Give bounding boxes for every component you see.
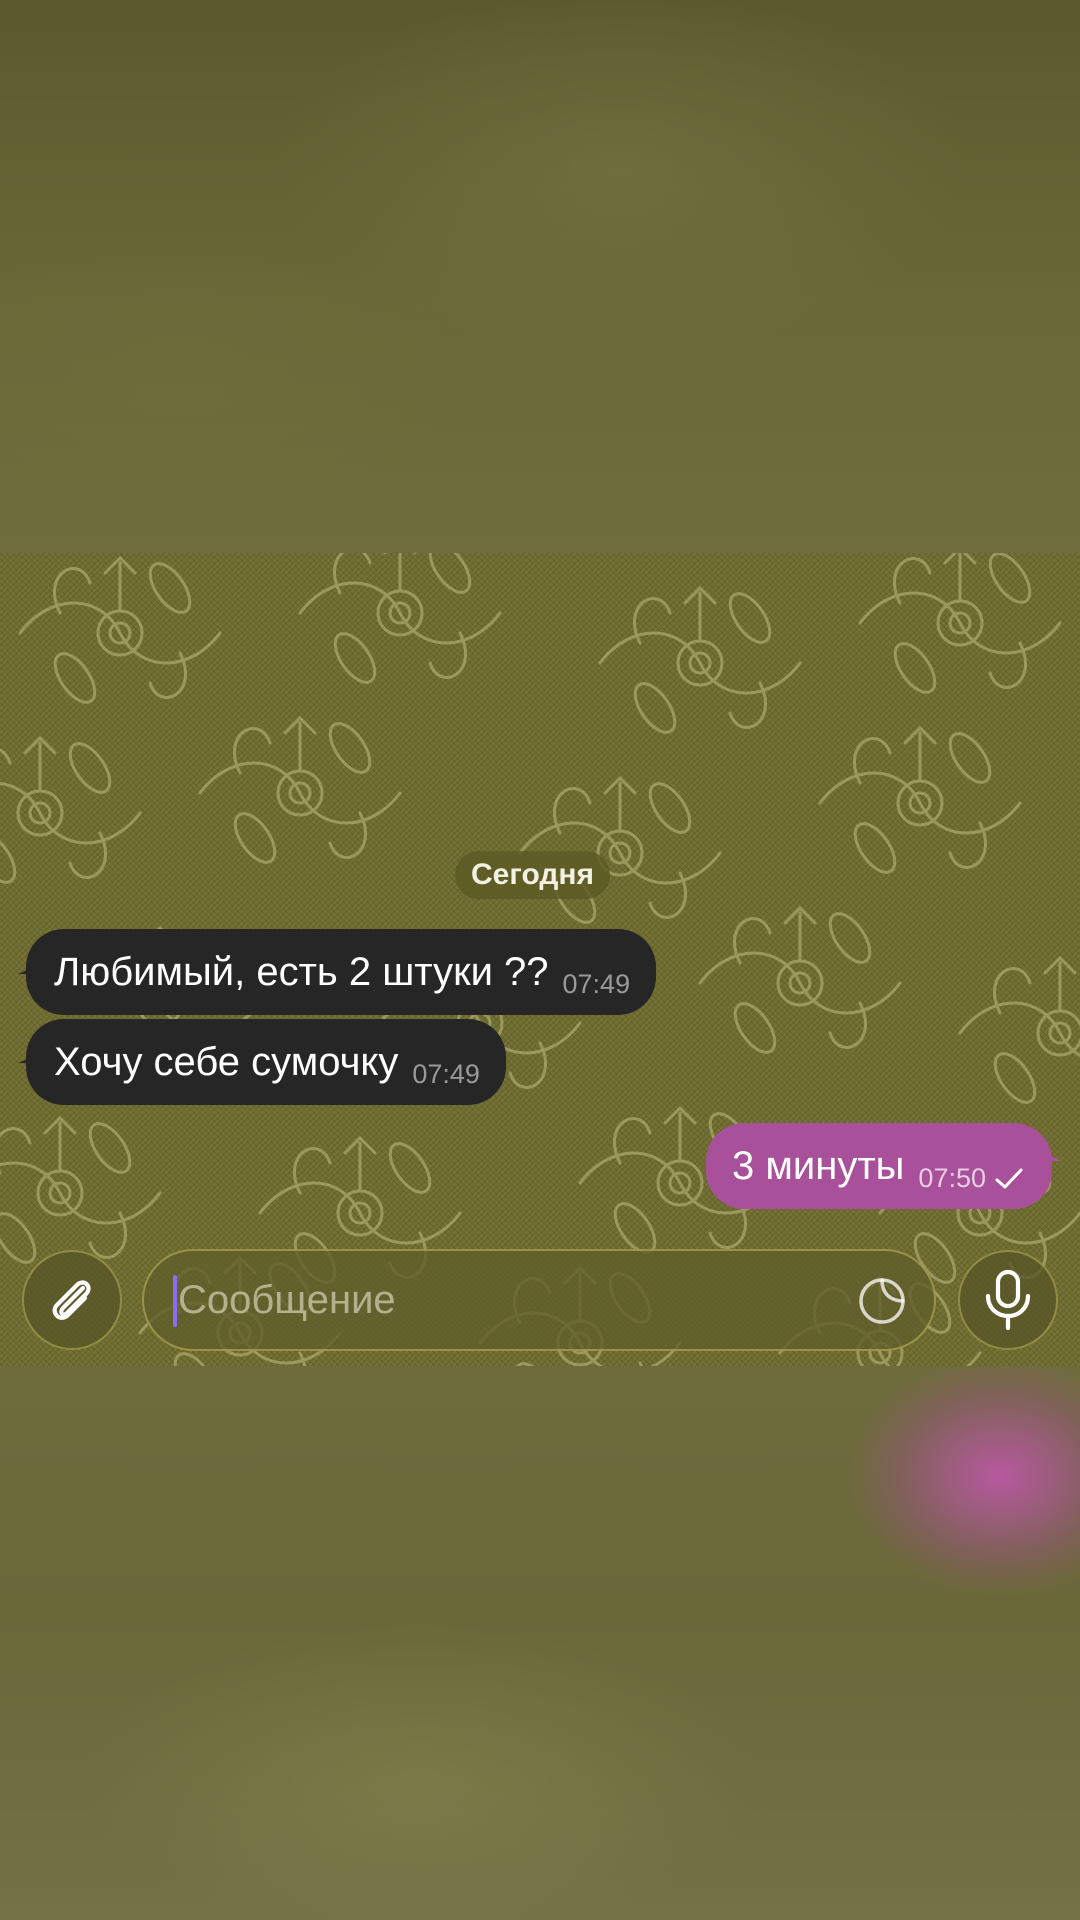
- screen: Сегодня Любимый, есть 2 штуки ?? 07:49 Х…: [0, 0, 1080, 1920]
- message-bubble-incoming[interactable]: Любимый, есть 2 штуки ?? 07:49: [26, 929, 657, 1015]
- sticker-icon[interactable]: [854, 1273, 910, 1329]
- message-text: 3 минуты: [732, 1143, 905, 1188]
- message-bubble-outgoing[interactable]: 3 минуты 07:50: [706, 1123, 1052, 1209]
- microphone-icon: [985, 1269, 1031, 1331]
- attach-button[interactable]: [22, 1250, 122, 1350]
- message-text: Хочу себе сумочку: [54, 1039, 399, 1084]
- blurred-background-bottom: [0, 1366, 1080, 1920]
- paperclip-icon: [52, 1280, 91, 1320]
- sent-check-icon: [995, 1168, 1023, 1189]
- message-time: 07:49: [412, 1058, 480, 1089]
- blurred-background-top: [0, 0, 1080, 553]
- message-time: 07:49: [562, 968, 631, 999]
- text-caret: [173, 1275, 177, 1327]
- date-chip: Сегодня: [455, 851, 611, 899]
- message-input-placeholder: Сообщение: [178, 1278, 396, 1322]
- message-text: Любимый, есть 2 штуки ??: [54, 949, 549, 994]
- voice-message-button[interactable]: [958, 1250, 1058, 1350]
- message-time: 07:50: [918, 1162, 986, 1193]
- message-bubble-incoming[interactable]: Хочу себе сумочку 07:49: [26, 1019, 506, 1105]
- chat-view[interactable]: Сегодня Любимый, есть 2 штуки ?? 07:49 Х…: [0, 553, 1080, 1366]
- message-input[interactable]: Сообщение: [142, 1249, 936, 1351]
